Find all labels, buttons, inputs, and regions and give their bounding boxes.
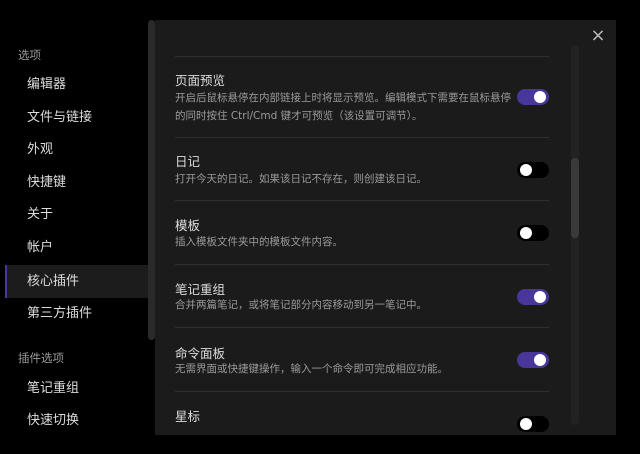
plugin-desc: 无需界面或快捷键操作，输入一个命令即可完成相应功能。 (175, 360, 515, 378)
plugin-title: 模板 (175, 215, 200, 234)
toggle-knob (520, 227, 532, 239)
plugin-row-daily-notes: 日记 打开今天的日记。如果该日记不存在，则创建该日记。 (175, 137, 549, 200)
toggle-note-composer[interactable] (517, 289, 549, 305)
sidebar-item-community-plugins[interactable]: 第三方插件 (5, 297, 148, 330)
plugin-row-templates: 模板 插入模板文件夹中的模板文件内容。 (175, 200, 549, 264)
plugin-desc: 开启后鼠标悬停在内部链接上时将显示预览。编辑模式下需要在鼠标悬停的同时按住 Ct… (175, 89, 515, 125)
close-icon[interactable]: × (588, 25, 608, 46)
toggle-templates[interactable] (517, 225, 549, 241)
plugin-title: 星标 (175, 406, 200, 425)
plugin-title: 日记 (175, 151, 200, 170)
toggle-knob (534, 354, 546, 366)
plugin-title: 页面预览 (175, 70, 225, 89)
toggle-knob (534, 91, 546, 103)
settings-sidebar: 选项 编辑器 文件与链接 外观 快捷键 关于 帐户 核心插件 第三方插件 插件选… (0, 20, 148, 435)
sidebar-section-plugin-options: 插件选项 (18, 350, 64, 366)
sidebar-item-editor[interactable]: 编辑器 (5, 68, 148, 101)
settings-content: 页面预览 开启后鼠标悬停在内部链接上时将显示预览。编辑模式下需要在鼠标悬停的同时… (155, 20, 616, 435)
toggle-knob (520, 418, 532, 430)
sidebar-item-files-links[interactable]: 文件与链接 (5, 101, 148, 134)
plugin-desc: 插入模板文件夹中的模板文件内容。 (175, 233, 515, 251)
toggle-starred[interactable] (517, 416, 549, 432)
plugin-row-page-preview: 页面预览 开启后鼠标悬停在内部链接上时将显示预览。编辑模式下需要在鼠标悬停的同时… (175, 56, 549, 137)
sidebar-item-note-composer[interactable]: 笔记重组 (5, 372, 148, 405)
sidebar-scrollbar[interactable] (148, 20, 155, 340)
plugin-desc: 打开今天的日记。如果该日记不存在，则创建该日记。 (175, 170, 515, 188)
toggle-knob (520, 164, 532, 176)
plugin-row-command-palette: 命令面板 无需界面或快捷键操作，输入一个命令即可完成相应功能。 (175, 327, 549, 391)
toggle-page-preview[interactable] (517, 89, 549, 105)
plugin-row-starred: 星标 (175, 391, 549, 435)
plugin-row-note-composer: 笔记重组 合并两篇笔记，或将笔记部分内容移动到另一笔记中。 (175, 264, 549, 327)
toggle-knob (534, 291, 546, 303)
sidebar-item-account[interactable]: 帐户 (5, 231, 148, 264)
sidebar-item-about[interactable]: 关于 (5, 198, 148, 231)
toggle-daily-notes[interactable] (517, 162, 549, 178)
toggle-command-palette[interactable] (517, 352, 549, 368)
sidebar-item-quick-switcher[interactable]: 快速切换 (5, 404, 148, 437)
plugin-desc: 合并两篇笔记，或将笔记部分内容移动到另一笔记中。 (175, 296, 515, 314)
sidebar-item-core-plugins[interactable]: 核心插件 (5, 265, 148, 298)
scrollbar-thumb[interactable] (571, 158, 579, 238)
content-scrollbar[interactable] (571, 45, 579, 425)
sidebar-section-options: 选项 (18, 47, 41, 63)
sidebar-item-hotkeys[interactable]: 快捷键 (5, 166, 148, 199)
sidebar-item-appearance[interactable]: 外观 (5, 133, 148, 166)
